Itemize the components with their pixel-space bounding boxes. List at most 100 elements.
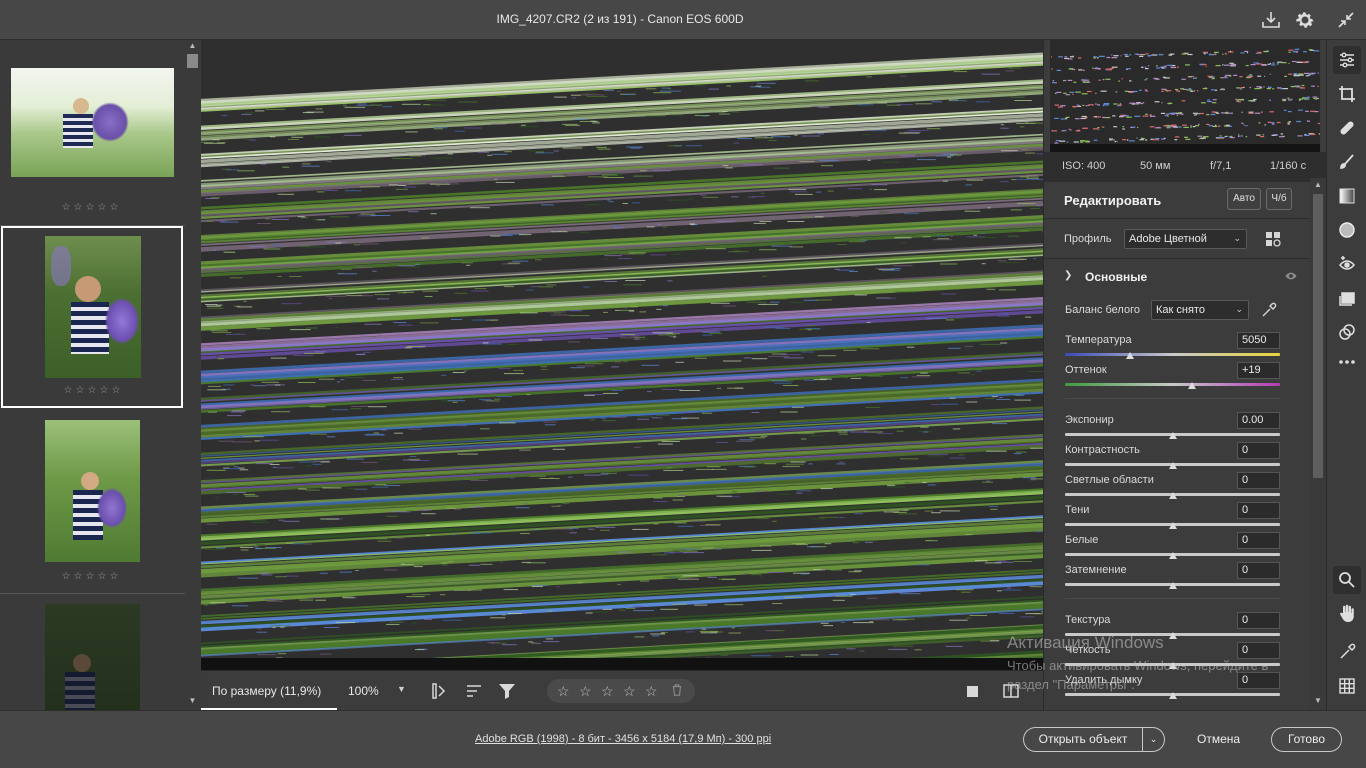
grid-overlay-icon[interactable] <box>1333 672 1361 700</box>
radial-filter-icon[interactable] <box>1333 216 1361 244</box>
histogram-mark <box>1228 136 1231 138</box>
thumbnail-2[interactable]: ☆☆☆☆☆ <box>1 226 183 408</box>
histogram-mark <box>1155 139 1160 141</box>
filter-icon[interactable] <box>497 681 517 701</box>
slider-value-input[interactable]: 0 <box>1237 612 1280 629</box>
histogram-mark <box>1261 111 1263 113</box>
edit-sliders-icon[interactable] <box>1333 46 1361 74</box>
scroll-down-icon[interactable]: ▼ <box>185 696 200 705</box>
brush-icon[interactable] <box>1333 148 1361 176</box>
auto-button[interactable]: Авто <box>1227 188 1261 210</box>
profile-browser-icon[interactable] <box>1264 230 1282 248</box>
bw-button[interactable]: Ч/б <box>1266 188 1292 210</box>
more-options-icon[interactable] <box>1333 348 1361 376</box>
redeye-icon[interactable] <box>1333 250 1361 278</box>
done-button[interactable]: Готово <box>1271 727 1342 752</box>
star-icon[interactable]: ☆ <box>645 683 658 700</box>
slider-handle[interactable] <box>1168 432 1177 439</box>
scroll-up-icon[interactable]: ▲ <box>1310 180 1326 189</box>
slider-value-input[interactable]: 5050 <box>1237 332 1280 349</box>
slider-handle[interactable] <box>1168 632 1177 639</box>
slider-handle[interactable] <box>1168 692 1177 699</box>
white-balance-dropdown[interactable]: Как снято ⌄ <box>1151 300 1249 320</box>
slider-value-input[interactable]: 0.00 <box>1237 412 1280 429</box>
scroll-up-icon[interactable]: ▲ <box>185 41 200 50</box>
slider-value-input[interactable]: 0 <box>1237 642 1280 659</box>
filmstrip-scrollbar[interactable]: ▲ ▼ <box>185 40 200 710</box>
thumbnail-3[interactable]: ☆☆☆☆☆ <box>0 410 185 594</box>
snapshots-icon[interactable] <box>1333 284 1361 312</box>
star-icon[interactable]: ☆ <box>579 683 592 700</box>
slider-handle[interactable] <box>1125 352 1134 359</box>
thumbnail-4[interactable] <box>0 594 185 710</box>
star-icon[interactable]: ☆ <box>601 683 614 700</box>
open-options-dropdown[interactable]: ⌄ <box>1142 727 1165 752</box>
scroll-down-icon[interactable]: ▼ <box>1310 696 1326 705</box>
histogram-mark <box>1105 68 1111 70</box>
histogram-mark <box>1202 64 1207 66</box>
histogram-mark <box>1233 74 1238 76</box>
crop-icon[interactable] <box>1333 80 1361 108</box>
rating-stars[interactable]: ☆☆☆☆☆ <box>0 571 183 582</box>
slider-handle[interactable] <box>1187 382 1196 389</box>
profile-dropdown[interactable]: Adobe Цветной ⌄ <box>1124 229 1247 249</box>
histogram-mark <box>1098 68 1100 70</box>
image-canvas[interactable] <box>201 40 1043 670</box>
zoom-tool-icon[interactable] <box>1333 566 1361 594</box>
star-icon[interactable]: ☆ <box>557 683 570 700</box>
scroll-thumb[interactable] <box>187 54 198 68</box>
slider-value-input[interactable]: 0 <box>1237 502 1280 519</box>
histogram-mark <box>1193 90 1196 92</box>
histogram-mark <box>1192 75 1195 78</box>
histogram-mark <box>1176 114 1178 117</box>
hand-tool-icon[interactable] <box>1333 600 1361 628</box>
slider-value-input[interactable]: 0 <box>1237 532 1280 549</box>
histogram-mark <box>1245 125 1248 127</box>
collapse-icon[interactable] <box>1334 8 1358 32</box>
save-download-icon[interactable] <box>1259 8 1283 32</box>
open-object-button[interactable]: Открыть объект <box>1023 727 1142 752</box>
slider-value-input[interactable]: 0 <box>1237 562 1280 579</box>
slider-handle[interactable] <box>1168 662 1177 669</box>
edit-panel-scrollbar[interactable]: ▲ ▼ <box>1310 178 1326 710</box>
histogram-mark <box>1064 56 1068 58</box>
gradient-filter-icon[interactable] <box>1333 182 1361 210</box>
thumbnail-1[interactable]: ☆☆☆☆☆ <box>0 40 185 226</box>
slider-handle[interactable] <box>1168 552 1177 559</box>
sort-icon[interactable] <box>464 681 484 701</box>
color-sampler-icon[interactable] <box>1333 638 1361 666</box>
zoom-fit-button[interactable]: По размеру (11,9%) <box>201 671 337 710</box>
slider-handle[interactable] <box>1168 582 1177 589</box>
slider-handle[interactable] <box>1168 462 1177 469</box>
star-icon[interactable]: ☆ <box>623 683 636 700</box>
compare-view-icon[interactable] <box>1001 681 1021 701</box>
rating-control[interactable]: ☆ ☆ ☆ ☆ ☆ <box>547 679 695 703</box>
gear-icon[interactable] <box>1293 8 1317 32</box>
rating-stars[interactable]: ☆☆☆☆☆ <box>0 202 183 213</box>
slider-handle[interactable] <box>1168 492 1177 499</box>
healing-bandage-icon[interactable] <box>1333 114 1361 142</box>
filmstrip-toggle-icon[interactable] <box>430 681 450 701</box>
histogram-mark <box>1201 102 1206 104</box>
slider-track[interactable] <box>1065 353 1280 356</box>
eyedropper-icon[interactable] <box>1260 301 1278 319</box>
slider-value-input[interactable]: 0 <box>1237 442 1280 459</box>
before-after-icon[interactable] <box>963 681 983 701</box>
slider-track[interactable] <box>1065 383 1280 386</box>
basic-section-header[interactable]: ❯ Основные <box>1044 260 1312 294</box>
rating-stars[interactable]: ☆☆☆☆☆ <box>2 385 185 396</box>
slider-handle[interactable] <box>1168 522 1177 529</box>
slider-value-input[interactable]: +19 <box>1237 362 1280 379</box>
histogram-mark <box>1162 67 1164 69</box>
trash-icon[interactable] <box>671 683 685 699</box>
slider-value-input[interactable]: 0 <box>1237 672 1280 689</box>
eye-icon[interactable] <box>1284 270 1300 284</box>
scroll-thumb[interactable] <box>1313 194 1323 478</box>
slider-value-input[interactable]: 0 <box>1237 472 1280 489</box>
presets-icon[interactable] <box>1333 318 1361 346</box>
zoom-level-dropdown[interactable]: 100% ▼ <box>337 671 409 710</box>
histogram-mark <box>1306 96 1310 98</box>
cancel-button[interactable]: Отмена <box>1197 732 1240 746</box>
workflow-options-link[interactable]: Adobe RGB (1998) - 8 бит - 3456 x 5184 (… <box>475 733 771 745</box>
histogram-mark <box>1276 121 1281 124</box>
